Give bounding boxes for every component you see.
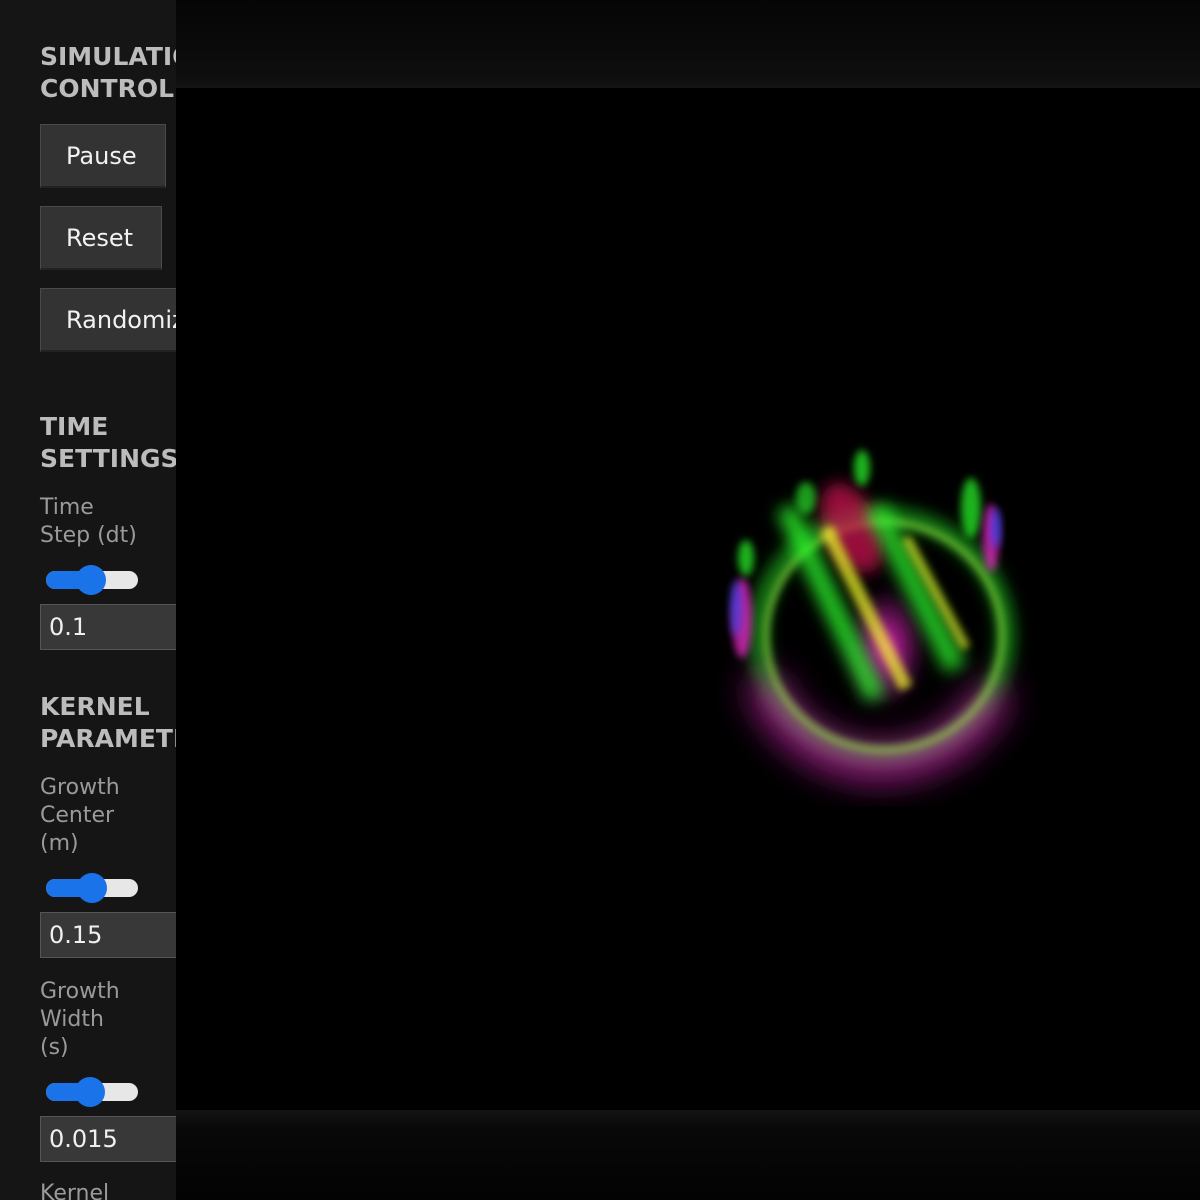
control-sidebar: SIMULATION CONTROL Pause Reset Randomize… bbox=[0, 0, 176, 1200]
canvas-top-band bbox=[176, 0, 1200, 88]
time-step-slider[interactable] bbox=[46, 565, 138, 595]
growth-center-input[interactable] bbox=[40, 912, 176, 958]
growth-center-label: Growth Center (m) bbox=[40, 775, 120, 856]
time-step-label: Time Step (dt) bbox=[40, 495, 137, 548]
canvas-bottom-band bbox=[176, 1110, 1200, 1200]
slider-thumb[interactable] bbox=[76, 565, 106, 595]
growth-width-slider[interactable] bbox=[46, 1077, 138, 1107]
simulation-control-title: SIMULATION CONTROL bbox=[40, 42, 176, 103]
time-settings-title: TIME SETTINGS bbox=[40, 412, 176, 473]
randomize-button[interactable]: Randomize bbox=[40, 288, 176, 352]
simulation-view[interactable] bbox=[176, 0, 1200, 1200]
growth-width-label: Growth Width (s) bbox=[40, 979, 120, 1060]
pause-button[interactable]: Pause bbox=[40, 124, 166, 188]
slider-thumb[interactable] bbox=[77, 873, 107, 903]
kernel-parameters-title: KERNEL PARAMETERS bbox=[40, 692, 176, 753]
growth-center-slider[interactable] bbox=[46, 873, 138, 903]
growth-width-input[interactable] bbox=[40, 1116, 176, 1162]
lenia-organism bbox=[730, 450, 1014, 779]
time-step-input[interactable] bbox=[40, 604, 176, 650]
simulation-canvas[interactable] bbox=[176, 88, 1200, 1110]
reset-button[interactable]: Reset bbox=[40, 206, 162, 270]
slider-thumb[interactable] bbox=[75, 1077, 105, 1107]
kernel-label: Kernel bbox=[40, 1181, 110, 1200]
